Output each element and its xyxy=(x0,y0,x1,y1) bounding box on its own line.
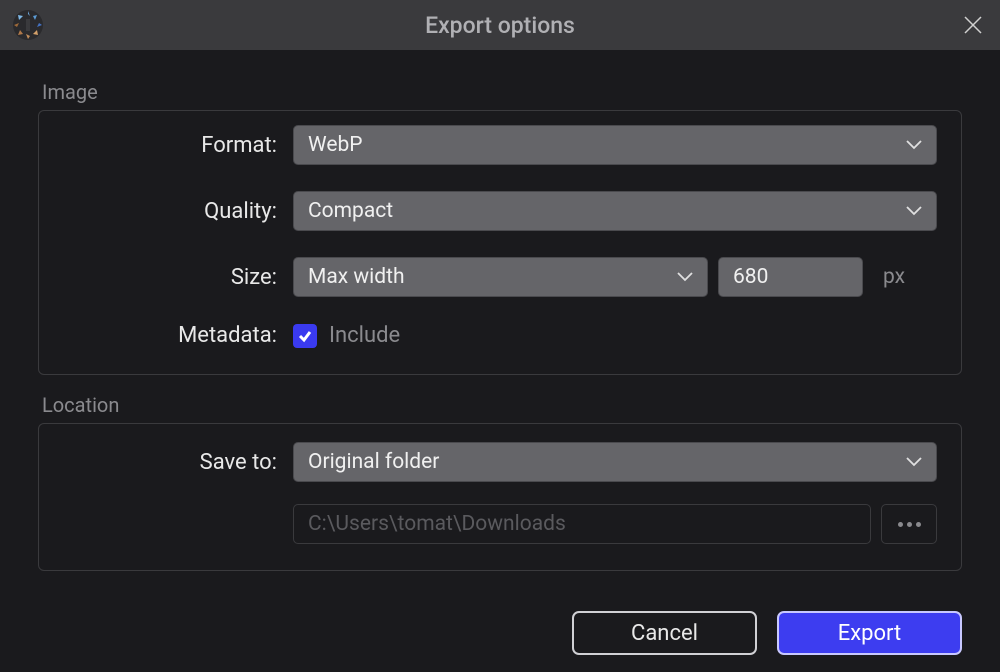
chevron-down-icon xyxy=(677,272,693,282)
format-label: Format: xyxy=(63,133,293,158)
export-label: Export xyxy=(838,621,902,646)
location-group: Location Save to: Original folder xyxy=(38,393,962,571)
quality-select[interactable]: Compact xyxy=(293,191,937,231)
button-bar: Cancel Export xyxy=(0,591,1000,655)
chevron-down-icon xyxy=(906,457,922,467)
metadata-label: Metadata: xyxy=(63,323,293,348)
location-group-label: Location xyxy=(38,393,962,417)
cancel-button[interactable]: Cancel xyxy=(572,611,757,655)
quality-row: Quality: Compact xyxy=(63,191,937,231)
saveto-select[interactable]: Original folder xyxy=(293,442,937,482)
format-select[interactable]: WebP xyxy=(293,125,937,165)
size-label: Size: xyxy=(63,265,293,290)
path-input: C:\Users\tomat\Downloads xyxy=(293,504,871,544)
size-value: 680 xyxy=(733,265,768,289)
size-unit-label: px xyxy=(883,265,905,289)
titlebar: Export options xyxy=(0,0,1000,50)
path-row: C:\Users\tomat\Downloads xyxy=(63,504,937,544)
saveto-value: Original folder xyxy=(308,450,906,474)
browse-button[interactable] xyxy=(881,504,937,544)
size-mode-select[interactable]: Max width xyxy=(293,257,708,297)
ellipsis-icon xyxy=(898,522,903,527)
close-button[interactable] xyxy=(958,10,988,40)
dialog-title: Export options xyxy=(425,12,575,39)
metadata-row: Metadata: Include xyxy=(63,323,937,348)
format-value: WebP xyxy=(308,133,906,157)
size-value-input[interactable]: 680 xyxy=(718,257,863,297)
quality-label: Quality: xyxy=(63,199,293,224)
saveto-label: Save to: xyxy=(63,450,293,475)
app-icon xyxy=(10,7,46,43)
export-button[interactable]: Export xyxy=(777,611,962,655)
metadata-include-label: Include xyxy=(329,323,400,348)
image-group-label: Image xyxy=(38,80,962,104)
size-row: Size: Max width 680 px xyxy=(63,257,937,297)
image-group: Image Format: WebP Quality: Com xyxy=(38,80,962,375)
size-mode-value: Max width xyxy=(308,265,677,289)
path-value: C:\Users\tomat\Downloads xyxy=(308,512,566,536)
chevron-down-icon xyxy=(906,140,922,150)
chevron-down-icon xyxy=(906,206,922,216)
format-row: Format: WebP xyxy=(63,125,937,165)
quality-value: Compact xyxy=(308,199,906,223)
cancel-label: Cancel xyxy=(631,621,698,646)
metadata-checkbox[interactable] xyxy=(293,324,317,348)
saveto-row: Save to: Original folder xyxy=(63,442,937,482)
